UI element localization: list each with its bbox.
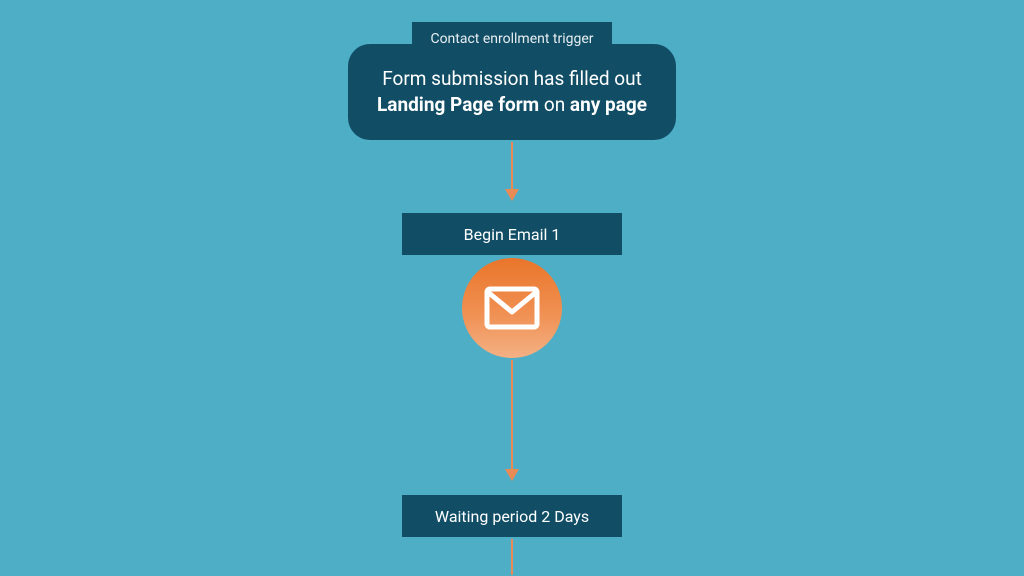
step-waiting-period: Waiting period 2 Days (402, 495, 622, 537)
trigger-tag-label: Contact enrollment trigger (430, 31, 593, 47)
trigger-description-line2: Landing Page form on any page (377, 92, 647, 118)
step-wait-label: Waiting period 2 Days (435, 507, 589, 526)
arrow-connector (511, 539, 513, 575)
step-email-label: Begin Email 1 (464, 225, 561, 244)
trigger-bold-form: Landing Page form (377, 93, 539, 116)
workflow-diagram: Contact enrollment trigger Form submissi… (0, 0, 1024, 576)
arrow-connector (511, 360, 513, 480)
step-begin-email-1: Begin Email 1 (402, 213, 622, 255)
email-icon-circle (462, 258, 562, 358)
mail-icon (484, 286, 540, 330)
trigger-description-line1: Form submission has filled out (382, 66, 642, 92)
trigger-bold-anypage: any page (570, 93, 647, 116)
trigger-mid-text: on (539, 93, 570, 116)
arrow-connector (511, 142, 513, 200)
trigger-card: Form submission has filled out Landing P… (348, 44, 676, 140)
trigger-tag: Contact enrollment trigger (412, 22, 612, 56)
